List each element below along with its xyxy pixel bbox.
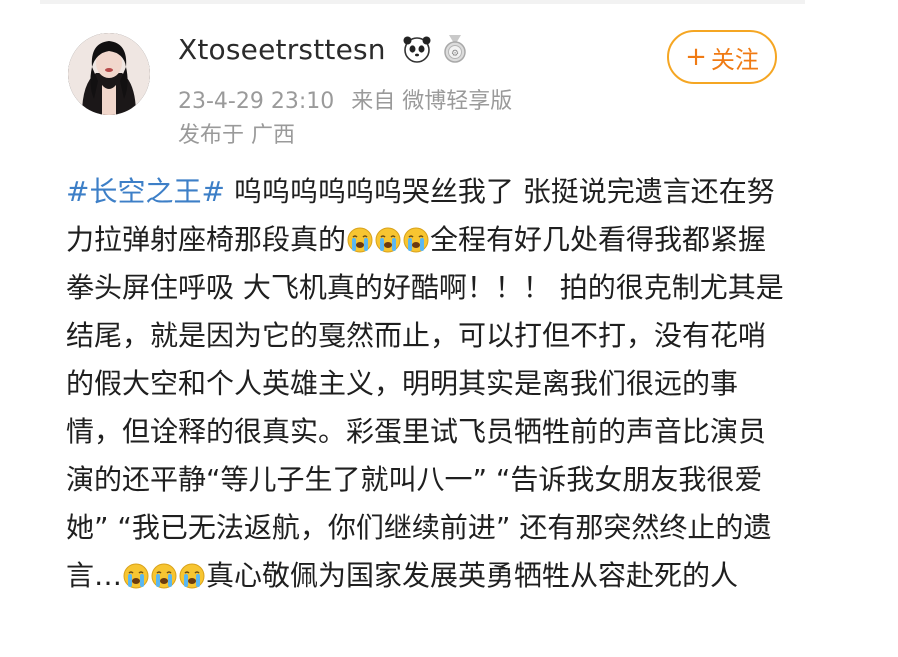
post-meta: 23-4-29 23:10 来自 微博轻享版 (178, 83, 522, 115)
medal-icon: ⚙ (444, 35, 466, 63)
crying-face-icon (403, 227, 429, 253)
user-badges: ⚙ (401, 33, 471, 65)
avatar-portrait (68, 33, 150, 115)
follow-label: 关注 (710, 45, 759, 74)
post-location: 发布于 广西 (178, 123, 295, 148)
username[interactable]: Xtoseetrsttesn (178, 33, 386, 66)
avatar[interactable] (68, 33, 150, 115)
crying-face-icon (179, 563, 205, 589)
post-source[interactable]: 来自 微博轻享版 (351, 89, 512, 114)
hashtag-link[interactable]: #长空之王# (66, 175, 225, 208)
post-text-part-2: 全程有好几处看得我都紧握拳头屏住呼吸 大飞机真的好酷啊！！！ 拍的很克制尤其是结… (66, 223, 784, 592)
crying-face-icon (375, 227, 401, 253)
top-divider (40, 0, 805, 4)
post-timestamp: 23-4-29 23:10 (178, 89, 335, 114)
crying-face-icon (347, 227, 373, 253)
svg-text:⚙: ⚙ (451, 49, 459, 59)
post-content: #长空之王# 呜呜呜呜呜呜哭丝我了 张挺说完遗言还在努力拉弹射座椅那段真的 全程有… (66, 168, 786, 600)
crying-face-icon (123, 563, 149, 589)
plus-icon: + (685, 42, 707, 72)
follow-button[interactable]: + 关注 (667, 30, 777, 84)
panda-icon (403, 36, 431, 63)
post-text-part-3: 真心敬佩为国家发展英勇牺牲从容赴死的人 (206, 559, 739, 592)
crying-face-icon (151, 563, 177, 589)
